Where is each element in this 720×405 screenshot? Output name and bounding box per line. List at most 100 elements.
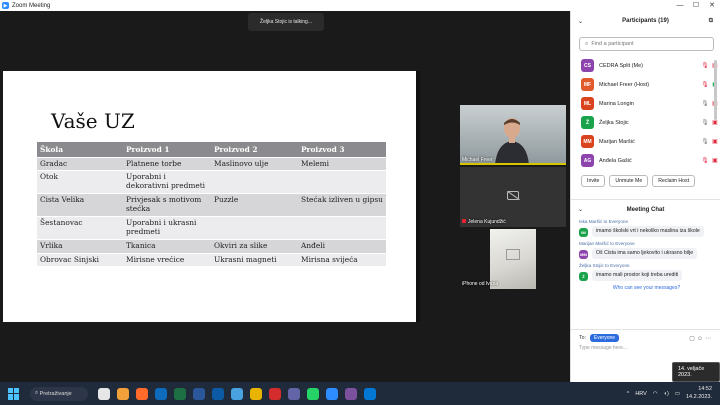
- invite-button[interactable]: Invite: [581, 175, 606, 187]
- table-cell: Uporabni i ukrasni predmeti: [123, 215, 211, 240]
- shared-screen-slide: Vaše UZ Škola Proizvod 1 Proizvod 2 Proi…: [3, 71, 416, 322]
- video-tile-name: Michael Freer: [462, 157, 493, 163]
- table-row: Otok Uporabni i dekorativni predmeti: [37, 170, 386, 194]
- table-cell: Stećak izliven u gipsu: [298, 193, 386, 217]
- participant-name: Anđela Gašić: [599, 157, 632, 164]
- mic-muted-icon: [462, 219, 466, 223]
- table-cell: Vrlika: [37, 238, 123, 253]
- mic-icon[interactable]: 🎙: [700, 119, 710, 126]
- table-cell: Mirisna svijeća: [298, 252, 386, 267]
- speaking-indicator: [460, 163, 566, 165]
- mic-icon[interactable]: 🎙: [700, 138, 710, 145]
- reclaim-host-button[interactable]: Reclaim Host: [652, 175, 696, 187]
- participant-row[interactable]: MLMarina Longin🎙▣: [581, 94, 720, 113]
- chat-message: Marijan Maršić to Everyone MM Oš Cista i…: [579, 241, 714, 259]
- avatar: MM: [581, 135, 594, 148]
- taskbar-apps: [98, 387, 376, 400]
- participants-header: ⌄ Participants (19) ⧉: [571, 11, 720, 31]
- chevron-down-icon[interactable]: ⌄: [578, 18, 583, 25]
- photos-icon[interactable]: [231, 387, 243, 400]
- word-icon[interactable]: [193, 387, 205, 400]
- outlook-icon[interactable]: [155, 387, 167, 400]
- firefox-icon[interactable]: [136, 387, 148, 400]
- chat-message-sender: Željka Stojic to Everyone: [579, 263, 630, 268]
- video-off-icon[interactable]: ▣: [710, 138, 720, 145]
- table-cell: Okviri za slike: [211, 238, 298, 253]
- excel-icon[interactable]: [174, 387, 186, 400]
- zoom-icon[interactable]: [326, 387, 338, 400]
- table-header-cell: Škola: [37, 142, 123, 157]
- clock-date: 14.2.2023.: [686, 393, 712, 400]
- language-indicator[interactable]: HRV: [635, 391, 647, 397]
- recipient-dropdown[interactable]: Everyone: [589, 334, 620, 342]
- teams-icon[interactable]: [288, 387, 300, 400]
- edge-icon[interactable]: [212, 387, 224, 400]
- video-tile-name-text: Jelena Kujundžić: [468, 219, 506, 225]
- table-cell: Otok: [37, 170, 123, 194]
- unmute-me-button[interactable]: Unmute Me: [609, 175, 649, 187]
- video-tile-michael-freer[interactable]: Michael Freer: [460, 105, 566, 165]
- wifi-icon[interactable]: ◠: [653, 391, 658, 397]
- table-cell: Platnene torbe: [123, 156, 211, 171]
- participant-name: Michael Freer (Host): [599, 81, 650, 88]
- windows-start-icon[interactable]: [8, 387, 20, 400]
- volume-icon[interactable]: ◖): [664, 391, 669, 397]
- tray-chevron-icon[interactable]: ^: [627, 391, 630, 397]
- participant-row[interactable]: CSCEDRA Split (Me)🎙▣: [581, 56, 720, 75]
- video-tile-iphone[interactable]: iPhone od Ivana: [460, 229, 566, 289]
- video-tile-jelena[interactable]: Jelena Kujundžić: [460, 167, 566, 227]
- participant-row[interactable]: MM Marijan Maršić 🎙 ▣: [581, 132, 720, 151]
- participant-search-input[interactable]: ⌕ Find a participant: [579, 37, 714, 51]
- participant-row[interactable]: AG Anđela Gašić 🎙 ▣: [581, 151, 720, 170]
- minimize-button[interactable]: —: [672, 0, 688, 11]
- table-row: Gradac Platnene torbe Maslinovo ulje Mel…: [37, 156, 386, 171]
- chat-message-sender: Marijan Maršić to Everyone: [579, 241, 635, 246]
- video-off-icon[interactable]: ▣: [710, 157, 720, 164]
- chat-tools-icons[interactable]: ▢☺⋯: [689, 335, 713, 342]
- table-cell: Šestanovac: [37, 215, 123, 240]
- file-explorer-icon[interactable]: [117, 387, 129, 400]
- search-icon: ⌕: [585, 40, 589, 47]
- table-header-cell: Proizvod 3: [298, 142, 386, 157]
- table-cell: [211, 215, 298, 240]
- mic-muted-icon[interactable]: 🎙: [700, 157, 710, 164]
- video-tile-name: Jelena Kujundžić: [462, 219, 506, 225]
- chevron-down-icon[interactable]: ⌄: [578, 206, 583, 213]
- video-off-icon[interactable]: ▣: [710, 119, 720, 126]
- camera-off-icon: [507, 191, 519, 200]
- participant-actions: Invite Unmute Me Reclaim Host: [571, 170, 720, 187]
- meeting-stage: Željka Stojic is talking... Vaše UZ Škol…: [0, 11, 570, 382]
- clock-time: 14:52: [698, 386, 712, 393]
- task-view-icon[interactable]: [98, 387, 110, 400]
- store-icon[interactable]: [364, 387, 376, 400]
- chat-message-text: imamo mali prostor koji treba urediti: [592, 270, 683, 281]
- chat-input[interactable]: Type message here...: [579, 345, 713, 351]
- who-can-see-link[interactable]: Who can see your messages?: [579, 285, 714, 291]
- table-cell: Tkanica: [123, 238, 211, 253]
- close-button[interactable]: ✕: [704, 0, 720, 11]
- taskbar-clock[interactable]: 14:52 14.2.2023.: [686, 386, 712, 400]
- viber-icon[interactable]: [345, 387, 357, 400]
- participant-row[interactable]: MFMichael Freer (Host)🎙▶: [581, 75, 720, 94]
- popout-icon[interactable]: ⧉: [709, 18, 713, 25]
- avatar: Ž: [579, 272, 588, 281]
- participant-video-feed: [490, 229, 536, 289]
- participant-list-scrollbar[interactable]: [714, 60, 717, 120]
- battery-icon[interactable]: ▭: [675, 391, 680, 397]
- maximize-button[interactable]: ☐: [688, 0, 704, 11]
- mic-muted-icon[interactable]: 🎙: [700, 62, 710, 69]
- table-row: Vrlika Tkanica Okviri za slike Anđeli: [37, 238, 386, 253]
- mic-icon[interactable]: 🎙: [700, 100, 710, 107]
- video-tile-name: iPhone od Ivana: [462, 281, 499, 287]
- mic-muted-icon[interactable]: 🎙: [700, 81, 710, 88]
- slide-edge: [416, 71, 420, 322]
- whatsapp-icon[interactable]: [307, 387, 319, 400]
- side-panel: ⌄ Participants (19) ⧉ ⌕ Find a participa…: [570, 11, 720, 382]
- taskbar-search[interactable]: ⌕ Pretraživanje: [30, 386, 88, 401]
- chrome-icon[interactable]: [250, 387, 262, 400]
- acrobat-icon[interactable]: [269, 387, 281, 400]
- participant-row[interactable]: Ž Željka Stojic 🎙 ▣: [581, 113, 720, 132]
- to-label: To:: [579, 335, 586, 341]
- table-cell: [298, 170, 386, 194]
- table-cell: Obrovac Sinjski: [37, 252, 123, 267]
